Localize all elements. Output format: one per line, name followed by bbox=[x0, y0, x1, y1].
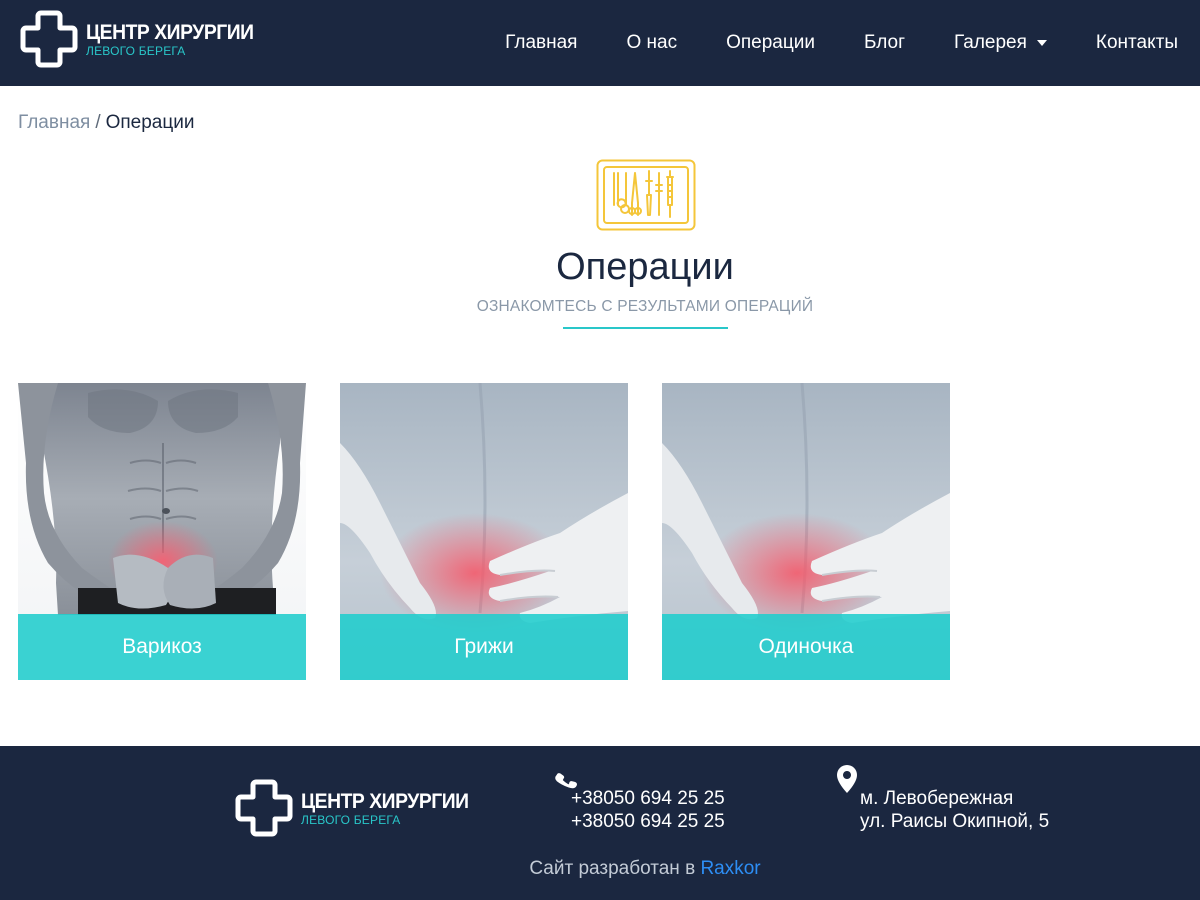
cross-logo-icon bbox=[20, 10, 78, 68]
card-label: Грижи bbox=[340, 614, 628, 680]
logo-subtitle: ЛЕВОГО БЕРЕГА bbox=[86, 43, 186, 58]
operation-card-single[interactable]: Одиночка bbox=[662, 383, 950, 680]
operation-card-varicose[interactable]: Варикоз bbox=[18, 383, 306, 680]
page-title: Операции bbox=[556, 246, 734, 288]
nav-item-about[interactable]: О нас bbox=[626, 32, 677, 54]
surgical-tools-icon bbox=[596, 159, 696, 231]
location-pin-icon bbox=[837, 765, 857, 793]
card-label: Варикоз bbox=[18, 614, 306, 680]
footer-logo-subtitle: ЛЕВОГО БЕРЕГА bbox=[301, 812, 401, 827]
nav-item-gallery[interactable]: Галерея bbox=[954, 32, 1047, 54]
main-nav: Главная О нас Операции Блог Галерея Конт… bbox=[456, 0, 1178, 86]
footer-address: м. Левобережная ул. Раисы Окипной, 5 bbox=[860, 787, 1049, 833]
nav-item-home[interactable]: Главная bbox=[505, 32, 577, 54]
site-logo[interactable]: ЦЕНТР ХИРУРГИИ ЛЕВОГО БЕРЕГА bbox=[18, 9, 268, 69]
footer-phones: +38050 694 25 25 +38050 694 25 25 bbox=[571, 787, 725, 833]
page-subtitle: ОЗНАКОМТЕСЬ С РЕЗУЛЬТАМИ ОПЕРАЦИЙ bbox=[476, 298, 814, 315]
footer-logo-title: ЦЕНТР ХИРУРГИИ bbox=[301, 789, 469, 813]
breadcrumb-separator: / bbox=[95, 112, 101, 133]
cross-logo-icon bbox=[235, 779, 293, 837]
nav-item-gallery-label: Галерея bbox=[954, 32, 1027, 53]
credit-link[interactable]: Raxkor bbox=[700, 858, 760, 879]
nav-item-contacts[interactable]: Контакты bbox=[1096, 32, 1178, 54]
operation-card-hernia[interactable]: Грижи bbox=[340, 383, 628, 680]
nav-item-blog[interactable]: Блог bbox=[864, 32, 905, 54]
phone-number[interactable]: +38050 694 25 25 bbox=[571, 787, 725, 810]
address-line: ул. Раисы Окипной, 5 bbox=[860, 811, 1050, 832]
caret-down-icon bbox=[1036, 40, 1047, 46]
footer-logo-text: ЦЕНТР ХИРУРГИИ ЛЕВОГО БЕРЕГА bbox=[301, 791, 483, 826]
nav-item-operations[interactable]: Операции bbox=[726, 32, 815, 54]
phone-number[interactable]: +38050 694 25 25 bbox=[571, 810, 725, 833]
title-underline bbox=[563, 327, 728, 329]
footer-logo[interactable]: ЦЕНТР ХИРУРГИИ ЛЕВОГО БЕРЕГА bbox=[233, 777, 483, 839]
footer-credit: Сайт разработан в Raxkor bbox=[0, 858, 1200, 880]
logo-text: ЦЕНТР ХИРУРГИИ ЛЕВОГО БЕРЕГА bbox=[86, 22, 268, 57]
logo-title: ЦЕНТР ХИРУРГИИ bbox=[86, 20, 254, 44]
site-header: ЦЕНТР ХИРУРГИИ ЛЕВОГО БЕРЕГА Главная О н… bbox=[0, 0, 1200, 86]
site-footer: ЦЕНТР ХИРУРГИИ ЛЕВОГО БЕРЕГА +38050 694 … bbox=[0, 746, 1200, 900]
address-line: м. Левобережная bbox=[860, 788, 1014, 809]
breadcrumb: Главная / Операции bbox=[18, 112, 195, 134]
breadcrumb-current: Операции bbox=[105, 112, 195, 133]
credit-text: Сайт разработан в bbox=[529, 858, 696, 879]
breadcrumb-home-link[interactable]: Главная bbox=[18, 112, 90, 133]
card-label: Одиночка bbox=[662, 614, 950, 680]
